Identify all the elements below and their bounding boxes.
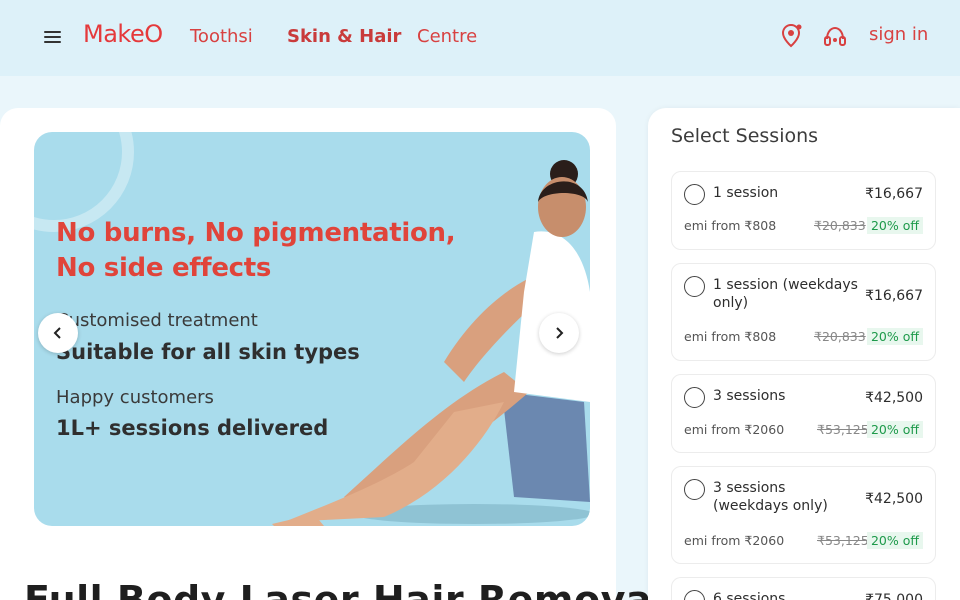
session-name: 6 sessions — [713, 591, 786, 600]
support-headset-icon[interactable] — [822, 24, 848, 50]
session-emi: emi from ₹808 — [684, 218, 777, 233]
banner-headline-line-1: No burns, No pigmentation, — [56, 218, 456, 248]
session-option-4[interactable]: 3 sessions (weekdays only) ₹42,500 emi f… — [671, 466, 936, 564]
session-discount-badge: 20% off — [866, 328, 923, 345]
session-price: ₹42,500 — [865, 491, 923, 507]
carousel-next-button[interactable] — [539, 313, 579, 353]
session-name: 3 sessions — [713, 388, 786, 404]
menu-icon[interactable] — [44, 31, 61, 45]
session-radio[interactable] — [684, 479, 705, 500]
session-name: 1 session (weekdays only) — [713, 277, 858, 311]
chevron-left-icon — [53, 327, 61, 339]
banner-headline: No burns, No pigmentation, No side effec… — [56, 216, 456, 286]
location-pin-icon[interactable] — [779, 22, 803, 50]
session-old-price: ₹53,125 — [817, 422, 869, 437]
session-radio[interactable] — [684, 590, 705, 600]
chevron-right-icon — [556, 327, 564, 339]
session-discount-badge: 20% off — [866, 217, 923, 234]
session-option-3[interactable]: 3 sessions ₹42,500 emi from ₹2060 ₹53,12… — [671, 374, 936, 453]
nav-toothsi[interactable]: Toothsi — [190, 26, 253, 47]
session-discount-badge: 20% off — [866, 421, 923, 438]
session-old-price: ₹20,833 — [814, 329, 866, 344]
promo-banner[interactable]: No burns, No pigmentation, No side effec… — [34, 132, 590, 526]
session-old-price: ₹20,833 — [814, 218, 866, 233]
banner-headline-line-2: No side effects — [56, 253, 272, 283]
session-option-2[interactable]: 1 session (weekdays only) ₹16,667 emi fr… — [671, 263, 936, 361]
session-emi: emi from ₹808 — [684, 329, 777, 344]
session-price: ₹75,000 — [865, 592, 923, 600]
carousel-prev-button[interactable] — [38, 313, 78, 353]
page-title: Full Body Laser Hair Removal — [24, 578, 666, 600]
sessions-title: Select Sessions — [671, 125, 819, 147]
sign-in-link[interactable]: sign in — [869, 24, 928, 45]
session-radio[interactable] — [684, 387, 705, 408]
session-option-1[interactable]: 1 session ₹16,667 emi from ₹808 ₹20,833 … — [671, 171, 936, 250]
nav-skin-and-hair[interactable]: Skin & Hair — [287, 26, 401, 47]
banner-feature-4: 1L+ sessions delivered — [56, 416, 329, 440]
session-old-price: ₹53,125 — [817, 533, 869, 548]
banner-feature-2: Suitable for all skin types — [56, 340, 360, 364]
banner-model-image — [272, 160, 590, 526]
top-header: MakeO Toothsi Skin & Hair Centre sign in — [0, 0, 960, 76]
session-name: 1 session — [713, 185, 779, 201]
session-emi: emi from ₹2060 — [684, 422, 785, 437]
session-option-5[interactable]: 6 sessions ₹75,000 — [671, 577, 936, 600]
nav-centre[interactable]: Centre — [417, 26, 477, 47]
session-discount-badge: 20% off — [866, 532, 923, 549]
makeo-logo[interactable]: MakeO — [83, 20, 163, 48]
session-price: ₹16,667 — [865, 186, 923, 202]
banner-feature-1: Customised treatment — [56, 310, 258, 331]
session-radio[interactable] — [684, 184, 705, 205]
session-radio[interactable] — [684, 276, 705, 297]
session-price: ₹16,667 — [865, 288, 923, 304]
session-price: ₹42,500 — [865, 390, 923, 406]
banner-feature-3: Happy customers — [56, 387, 214, 408]
session-name: 3 sessions (weekdays only) — [713, 480, 828, 514]
session-emi: emi from ₹2060 — [684, 533, 785, 548]
